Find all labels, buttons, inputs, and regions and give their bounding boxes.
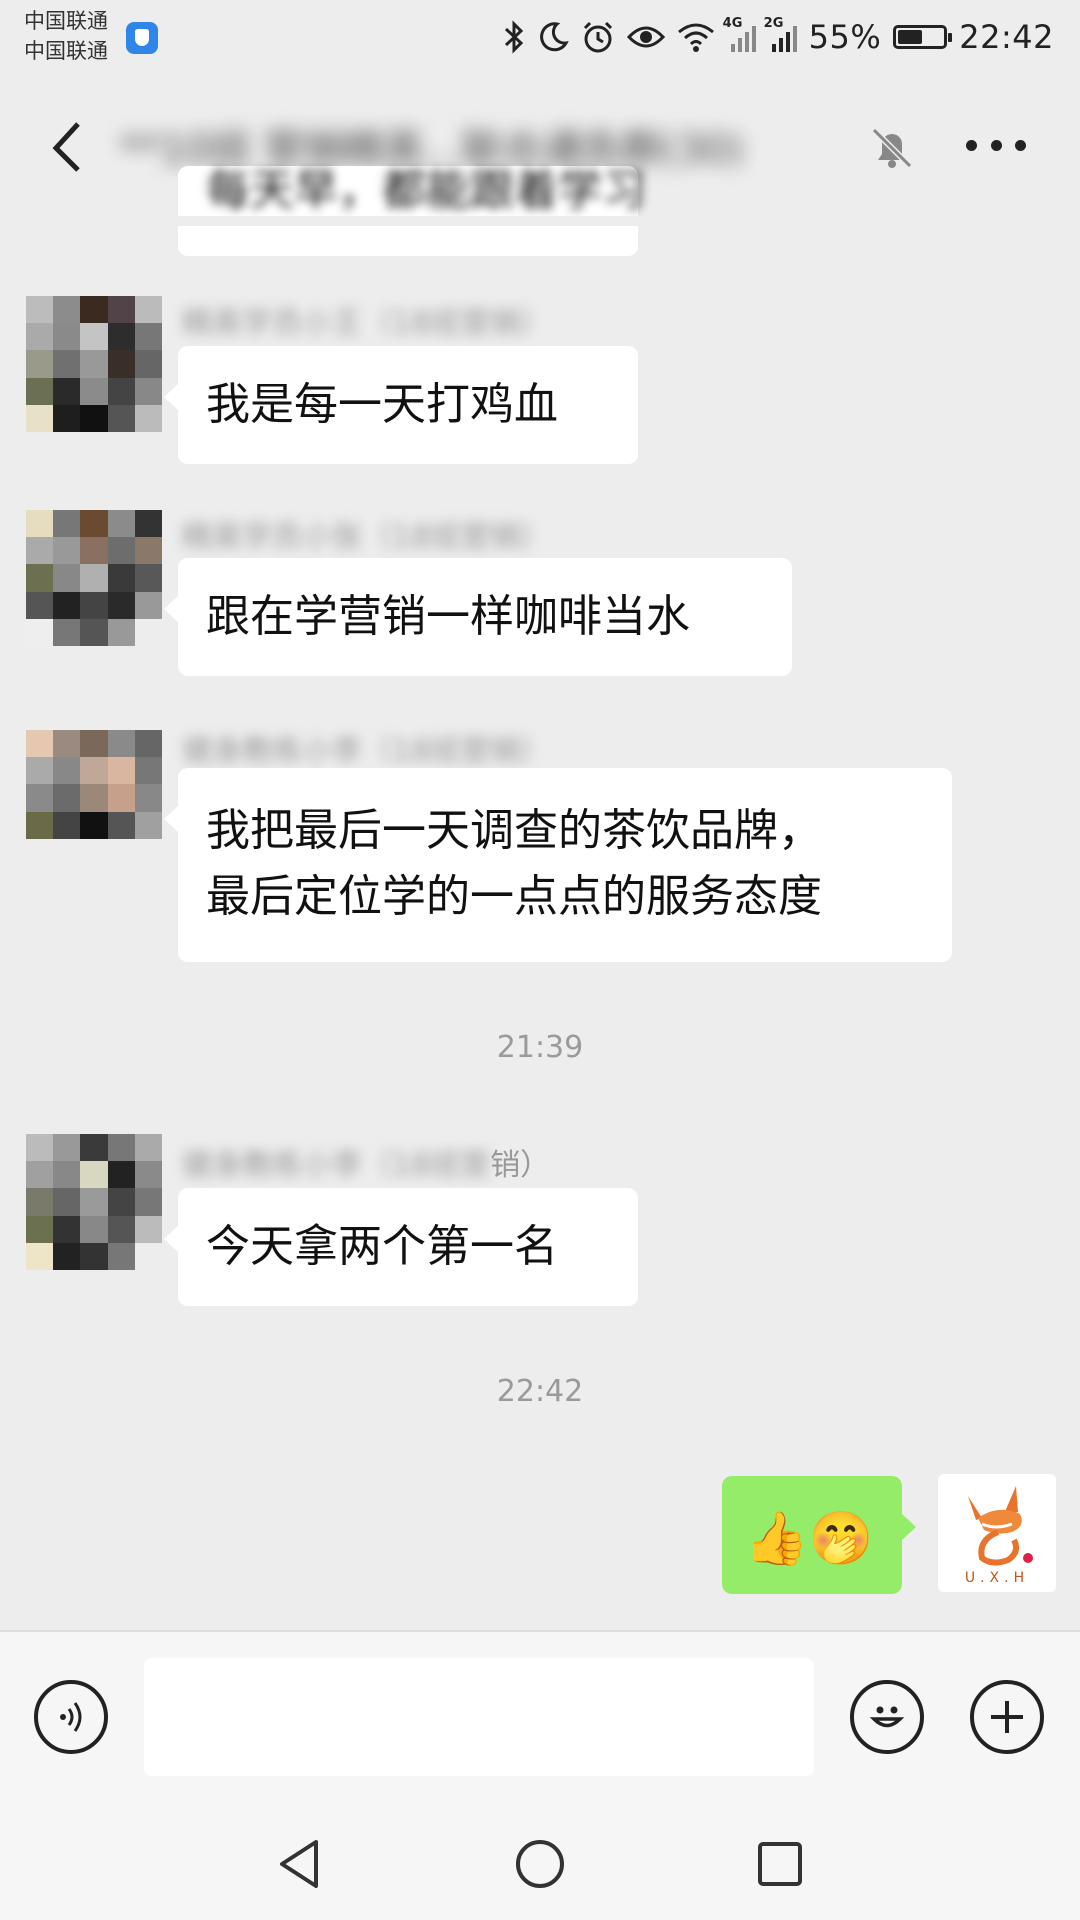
giggle-emoji: 🤭 — [808, 1509, 874, 1569]
plus-icon — [991, 1701, 1023, 1733]
message-text: 跟在学营销一样咖啡当水 — [206, 591, 690, 642]
message-text: 我是每一天打鸡血 — [206, 379, 558, 430]
smiley-icon — [869, 1706, 905, 1728]
message-text: 每天早，都能跟着学习 — [206, 165, 646, 216]
sender-name: 健身教练小李（18班营销） — [182, 1140, 550, 1184]
alarm-icon — [583, 21, 612, 53]
sender-name-blurred: 健身教练小李（18班营 — [182, 1148, 491, 1183]
battery-icon — [893, 25, 953, 49]
network-type-1: 4G — [722, 16, 743, 31]
avatar[interactable] — [26, 296, 162, 432]
message-bubble[interactable]: 每天早，都能跟着学习 — [178, 165, 646, 256]
message-bubble[interactable]: 今天拿两个第一名 — [164, 1188, 638, 1306]
bluetooth-icon — [504, 20, 523, 54]
nav-recent-apps-icon[interactable] — [752, 1836, 808, 1892]
message-bubble[interactable]: 跟在学营销一样咖啡当水 — [164, 558, 792, 676]
message-text: 今天拿两个第一名 — [206, 1221, 558, 1272]
timestamp: 22:42 — [496, 1374, 584, 1409]
message-bubble[interactable]: 我是每一天打鸡血 — [164, 346, 638, 464]
clock: 22:42 — [959, 18, 1054, 56]
network-type-2: 2G — [763, 16, 784, 31]
voice-input-button[interactable] — [34, 1680, 108, 1754]
message-bubble[interactable]: 我把最后一天调查的茶饮品牌， 最后定位学的一点点的服务态度 — [164, 768, 952, 962]
sender-name: 健身教练小李（18班营销） — [182, 734, 551, 769]
voice-icon — [60, 1702, 82, 1732]
outgoing-message-bubble[interactable]: 👍🤭 — [722, 1476, 916, 1594]
message-input[interactable] — [144, 1658, 814, 1776]
emoji-button[interactable] — [850, 1680, 924, 1754]
message-text: 我把最后一天调查的茶饮品牌， — [206, 805, 822, 856]
avatar[interactable] — [26, 510, 162, 646]
carrier-label-2: 中国联通 — [24, 39, 108, 63]
sender-name: 精英学员小张（18班营销） — [182, 520, 551, 555]
thumbs-up-emoji: 👍 — [744, 1509, 809, 1569]
security-shield-icon — [126, 22, 158, 54]
wifi-icon — [677, 23, 714, 52]
sender-name-visible: 销） — [490, 1148, 551, 1183]
nav-back-icon[interactable] — [272, 1836, 328, 1892]
avatar[interactable] — [26, 730, 162, 866]
battery-percent: 55% — [808, 18, 882, 56]
moon-icon — [539, 22, 569, 52]
signal-icon: 2G — [764, 16, 797, 52]
system-navigation-bar — [0, 1806, 1080, 1920]
eye-icon — [626, 26, 665, 48]
fox-logo-icon — [968, 1486, 1033, 1566]
back-icon[interactable] — [48, 118, 88, 174]
timestamp: 21:39 — [496, 1030, 584, 1065]
input-bar — [0, 1630, 1080, 1808]
avatar-caption: U.X.H — [964, 1570, 1030, 1586]
nav-home-icon[interactable] — [512, 1836, 568, 1892]
message-text: 最后定位学的一点点的服务态度 — [206, 871, 822, 922]
carrier-label-1: 中国联通 — [24, 9, 108, 33]
avatar[interactable] — [26, 1134, 162, 1270]
signal-icon: 4G — [723, 16, 756, 52]
mute-bell-icon[interactable] — [866, 122, 918, 174]
more-icon[interactable] — [966, 140, 1026, 154]
my-avatar[interactable]: U.X.H — [938, 1474, 1056, 1592]
more-functions-button[interactable] — [970, 1680, 1044, 1754]
sender-name: 精英学员小王（18班营销） — [182, 306, 551, 341]
status-bar: 中国联通 中国联通 4G 2G 55% 22:42 — [0, 0, 1080, 76]
